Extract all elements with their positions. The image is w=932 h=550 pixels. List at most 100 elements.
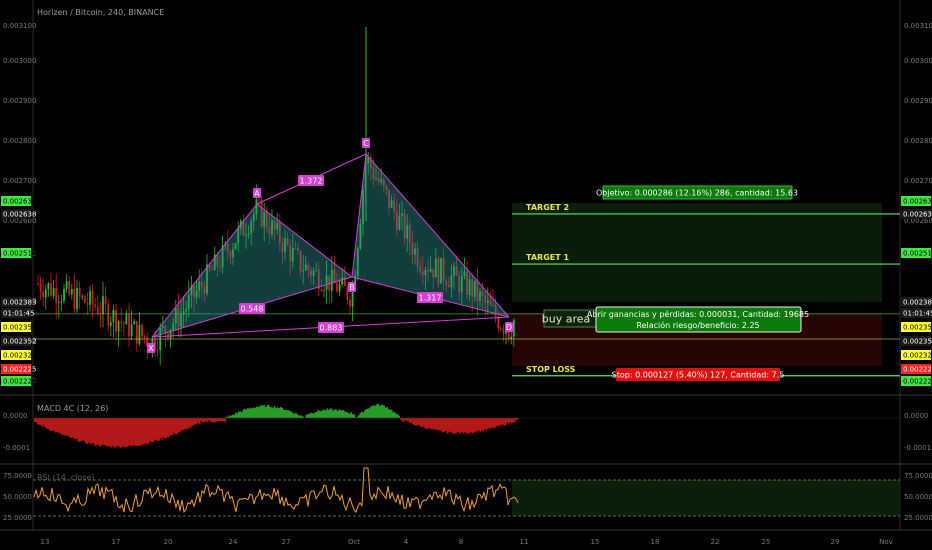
macd-bar (250, 407, 252, 418)
candle-body (502, 328, 505, 334)
candle-body (130, 324, 133, 337)
time-tick: 29 (831, 538, 840, 546)
price-tag-right: 0.002383 (903, 299, 932, 307)
macd-bar (239, 411, 241, 418)
macd-bar (134, 418, 136, 446)
macd-bar (440, 418, 442, 431)
price-tag-right: 0.002638 (903, 211, 932, 219)
candle-body (81, 296, 84, 298)
macd-bar (419, 418, 421, 427)
macd-bar (182, 418, 184, 430)
candle-body (78, 287, 81, 297)
macd-bar (38, 418, 40, 425)
candle-body (323, 289, 325, 291)
candle-body (507, 331, 510, 340)
candle-body (55, 287, 58, 303)
macd-bar (136, 418, 138, 446)
macd-bar (446, 418, 448, 434)
candle-body (143, 335, 146, 338)
time-tick: 27 (282, 538, 291, 546)
macd-bar (236, 413, 238, 418)
price-tag-left: 0.002510 (3, 250, 36, 258)
macd-bar (307, 414, 309, 418)
candle-body (138, 324, 141, 344)
macd-bar (494, 418, 496, 428)
macd-bar (269, 406, 271, 418)
candle-body (86, 302, 89, 305)
macd-bar (268, 404, 270, 418)
macd-bar (350, 412, 352, 418)
macd-bar (259, 406, 261, 418)
macd-bar (377, 403, 379, 418)
macd-bar (418, 418, 420, 425)
macd-bar (56, 418, 58, 433)
macd-tick-left: 0.0000 (3, 412, 28, 420)
macd-bar (98, 418, 100, 447)
macd-bar (325, 410, 327, 418)
macd-bar (317, 409, 319, 418)
macd-bar (52, 418, 54, 431)
candle-body (499, 328, 502, 330)
macd-bar (478, 418, 480, 431)
macd-bar (320, 411, 322, 418)
macd-bar (295, 412, 297, 418)
macd-bar (40, 418, 42, 426)
macd-bar (379, 405, 381, 418)
macd-bar (445, 418, 447, 431)
macd-bar (71, 418, 73, 438)
macd-bar (482, 418, 484, 432)
macd-bar (457, 418, 459, 433)
macd-bar (74, 418, 76, 439)
candle-body (117, 321, 120, 332)
macd-bar (163, 418, 165, 438)
macd-bar (272, 407, 274, 418)
macd-bar (184, 418, 186, 430)
candle-body (258, 199, 260, 201)
candle-body (104, 296, 107, 305)
candle-body (336, 282, 338, 292)
macd-bar (91, 418, 93, 444)
macd-bar (439, 418, 441, 431)
macd-bar (208, 418, 210, 421)
macd-bar (139, 418, 141, 446)
rsi-tick-left: 75.0000 (3, 472, 32, 480)
macd-bar (430, 418, 432, 430)
macd-bar (341, 410, 343, 418)
macd-bar (101, 418, 103, 445)
macd-bar (257, 406, 259, 418)
macd-bar (500, 418, 502, 426)
macd-bar (322, 410, 324, 418)
macd-bar (200, 418, 202, 421)
macd-bar (406, 418, 408, 422)
macd-bar (451, 418, 453, 433)
macd-bar (361, 411, 363, 418)
macd-bar (35, 418, 37, 423)
price-tick-right: 0.002900 (904, 97, 932, 105)
macd-bar (470, 418, 472, 433)
macd-bar (484, 418, 486, 430)
macd-bar (224, 418, 226, 423)
macd-bar (187, 418, 189, 430)
macd-bar (455, 418, 457, 433)
macd-bar (161, 418, 163, 440)
macd-bar (148, 418, 150, 444)
svg-text:Stop: 0.000127 (5.40%) 127, Ca: Stop: 0.000127 (5.40%) 127, Cantidad: 7.… (612, 371, 785, 380)
macd-bar (503, 418, 505, 426)
candle-body (47, 283, 50, 290)
macd-bar (233, 414, 235, 418)
trading-chart[interactable]: Horizen / Bitcoin, 240, BINANCE MACD 4C … (0, 0, 932, 550)
macd-bar (89, 418, 91, 445)
macd-bar (283, 409, 285, 418)
price-tick-left: 0.003100 (3, 22, 36, 30)
macd-bar (209, 418, 211, 422)
macd-bar (340, 410, 342, 418)
macd-bar (157, 418, 159, 441)
macd-bar (298, 415, 300, 418)
macd-bar (463, 418, 465, 434)
candle-body (128, 314, 130, 337)
macd-bar (95, 418, 97, 446)
macd-bar (490, 418, 492, 429)
macd-bar (326, 408, 328, 418)
macd-bar (493, 418, 495, 429)
candle-body (505, 331, 507, 334)
